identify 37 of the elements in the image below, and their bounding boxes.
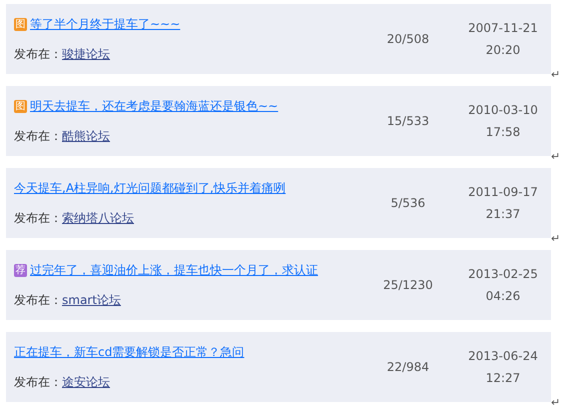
- forum-link[interactable]: smart论坛: [62, 293, 121, 307]
- post-time: 21:37: [484, 206, 522, 223]
- paragraph-mark: ↵: [551, 233, 560, 244]
- post-date: 2013-06-24: [467, 348, 539, 365]
- forum-link[interactable]: 骏捷论坛: [62, 47, 110, 61]
- post-badge: 图: [14, 18, 27, 30]
- forum-label: 发布在：: [14, 47, 62, 61]
- post-title-link[interactable]: 过完年了，喜迎油价上涨，提车也快一个月了，求认证: [30, 261, 318, 279]
- reply-view-count: 22/984: [386, 359, 430, 376]
- reply-view-count: 20/508: [386, 31, 430, 48]
- post-title-link[interactable]: 明天去提车，还在考虑是要翰海蓝还是银色~~: [30, 97, 278, 115]
- forum-label: 发布在：: [14, 293, 62, 307]
- reply-view-count: 5/536: [390, 195, 426, 212]
- forum-link[interactable]: 索纳塔八论坛: [62, 211, 134, 225]
- forum-link[interactable]: 酷熊论坛: [62, 129, 110, 143]
- post-badge: 荐: [14, 264, 27, 276]
- paragraph-mark: ↵: [551, 397, 560, 408]
- post-title-link[interactable]: 今天提车,A柱异响,灯光问题都碰到了,快乐并着痛咧: [14, 179, 286, 197]
- post-time: 04:26: [484, 288, 522, 305]
- post-date: 2007-11-21: [467, 20, 539, 37]
- post-date: 2013-02-25: [467, 266, 539, 283]
- forum-link[interactable]: 途安论坛: [62, 375, 110, 389]
- post-date: 2011-09-17: [467, 184, 539, 201]
- post-title-link[interactable]: 等了半个月终于提车了~~~: [30, 15, 180, 33]
- forum-label: 发布在：: [14, 211, 62, 225]
- forum-label: 发布在：: [14, 375, 62, 389]
- reply-view-count: 25/1230: [382, 277, 434, 294]
- paragraph-mark: ↵: [551, 69, 560, 80]
- post-time: 20:20: [484, 42, 522, 59]
- post-time: 17:58: [484, 124, 522, 141]
- paragraph-mark: ↵: [551, 151, 560, 162]
- post-time: 12:27: [484, 370, 522, 387]
- post-badge: 图: [14, 100, 27, 112]
- post-title-link[interactable]: 正在提车，新车cd需要解锁是否正常？急问: [14, 343, 244, 361]
- post-date: 2010-03-10: [467, 102, 539, 119]
- reply-view-count: 15/533: [386, 113, 430, 130]
- forum-label: 发布在：: [14, 129, 62, 143]
